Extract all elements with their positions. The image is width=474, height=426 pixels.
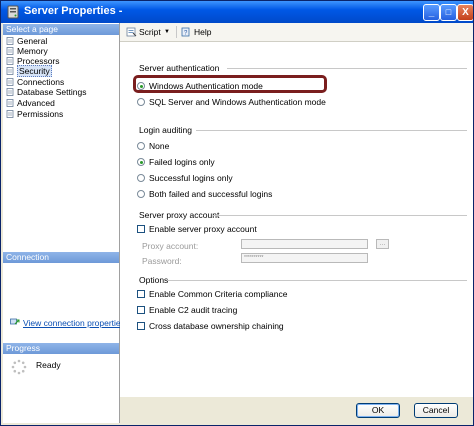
sql-windows-auth-label: SQL Server and Windows Authentication mo… xyxy=(149,97,326,107)
cross-db-ownership-checkbox[interactable]: Cross database ownership chaining xyxy=(137,321,284,332)
audit-none-label: None xyxy=(149,141,170,151)
sidebar-item-advanced[interactable]: Advanced xyxy=(6,98,55,108)
radio-indicator xyxy=(137,190,145,198)
enable-proxy-checkbox[interactable]: Enable server proxy account xyxy=(137,224,257,235)
server-icon xyxy=(7,5,19,19)
sidebar-item-label: Security xyxy=(17,65,52,77)
sidebar-item-label: Memory xyxy=(17,46,48,56)
page-icon xyxy=(6,88,14,96)
view-connection-properties-link[interactable]: View connection properties xyxy=(10,318,125,328)
script-label: Script xyxy=(139,27,161,37)
help-label: Help xyxy=(194,27,212,37)
sidebar-item-label: General xyxy=(17,36,48,46)
group-divider xyxy=(227,68,467,69)
common-criteria-label: Enable Common Criteria compliance xyxy=(149,289,288,299)
c2-audit-label: Enable C2 audit tracing xyxy=(149,305,238,315)
sidebar-item-permissions[interactable]: Permissions xyxy=(6,109,63,119)
progress-header: Progress xyxy=(3,343,119,354)
options-group-label: Options xyxy=(139,275,169,285)
audit-both-label: Both failed and successful logins xyxy=(149,189,273,199)
sidebar-item-memory[interactable]: Memory xyxy=(6,46,48,56)
script-button[interactable]: Script xyxy=(126,27,161,37)
login-auditing-group-label: Login auditing xyxy=(139,125,192,135)
checkbox-box xyxy=(137,306,145,314)
page-icon xyxy=(6,47,14,55)
radio-indicator xyxy=(137,174,145,182)
sidebar-item-connections[interactable]: Connections xyxy=(6,77,64,87)
page-icon xyxy=(6,37,14,45)
script-icon xyxy=(126,27,137,37)
proxy-account-browse-button[interactable]: ... xyxy=(376,239,389,249)
sidebar-item-database-settings[interactable]: Database Settings xyxy=(6,87,86,97)
security-page: Script ▼ ? Help Server authentication Win… xyxy=(120,23,473,397)
page-icon xyxy=(6,99,14,107)
cancel-button[interactable]: Cancel xyxy=(414,403,458,418)
window-title: Server Properties - xyxy=(24,5,123,17)
audit-successful-label: Successful logins only xyxy=(149,173,233,183)
cross-db-ownership-label: Cross database ownership chaining xyxy=(149,321,284,331)
connection-header: Connection xyxy=(3,252,119,263)
c2-audit-checkbox[interactable]: Enable C2 audit tracing xyxy=(137,305,237,316)
page-icon xyxy=(6,78,14,86)
group-divider xyxy=(196,130,467,131)
checkbox-box xyxy=(137,225,145,233)
proxy-account-field[interactable] xyxy=(241,239,368,249)
help-button[interactable]: ? Help xyxy=(181,27,211,37)
page-icon xyxy=(6,110,14,118)
connection-icon xyxy=(10,318,20,325)
sidebar-item-label: Connections xyxy=(17,77,65,87)
sql-windows-auth-radio[interactable]: SQL Server and Windows Authentication mo… xyxy=(137,97,326,108)
group-divider xyxy=(167,280,467,281)
ok-button[interactable]: OK xyxy=(356,403,400,418)
page-icon xyxy=(6,57,14,65)
view-connection-properties-label: View connection properties xyxy=(23,318,125,328)
audit-failed-radio[interactable]: Failed logins only xyxy=(137,157,215,168)
password-label: Password: xyxy=(142,256,182,266)
select-page-header: Select a page xyxy=(3,24,119,35)
sidebar-item-label: Permissions xyxy=(17,109,64,119)
radio-selected-indicator xyxy=(137,158,145,166)
highlight-box xyxy=(133,75,327,93)
sidebar-item-security[interactable]: Security xyxy=(6,65,52,77)
maximize-button[interactable]: □ xyxy=(440,4,457,21)
toolbar: Script ▼ ? Help xyxy=(120,23,473,42)
page-icon xyxy=(6,67,14,75)
password-field[interactable]: ********** xyxy=(241,253,368,263)
progress-status: Ready xyxy=(36,360,61,370)
minimize-button[interactable]: _ xyxy=(423,4,440,21)
common-criteria-checkbox[interactable]: Enable Common Criteria compliance xyxy=(137,289,287,300)
server-authentication-group-label: Server authentication xyxy=(139,63,220,73)
help-icon: ? xyxy=(181,27,190,37)
dialog-footer: OK Cancel xyxy=(120,397,473,425)
audit-none-radio[interactable]: None xyxy=(137,141,169,152)
checkbox-box xyxy=(137,290,145,298)
sidebar-item-label: Database Settings xyxy=(17,87,87,97)
toolbar-separator xyxy=(176,26,177,38)
audit-both-radio[interactable]: Both failed and successful logins xyxy=(137,189,272,200)
server-properties-window: Server Properties - _ □ X Select a page … xyxy=(0,0,474,426)
enable-proxy-label: Enable server proxy account xyxy=(149,224,257,234)
proxy-account-label: Proxy account: xyxy=(142,241,199,251)
progress-spinner-icon xyxy=(11,359,27,375)
audit-failed-label: Failed logins only xyxy=(149,157,215,167)
script-dropdown-arrow[interactable]: ▼ xyxy=(164,27,170,37)
radio-indicator xyxy=(137,98,145,106)
sidebar-item-general[interactable]: General xyxy=(6,36,47,46)
sidebar-item-label: Advanced xyxy=(17,98,55,108)
sidebar: Select a page General Memory Processors … xyxy=(3,23,125,423)
server-proxy-group-label: Server proxy account xyxy=(139,210,220,220)
group-divider xyxy=(213,215,467,216)
close-button[interactable]: X xyxy=(457,4,473,21)
title-bar[interactable]: Server Properties - _ □ X xyxy=(1,1,473,23)
checkbox-box xyxy=(137,322,145,330)
radio-indicator xyxy=(137,142,145,150)
audit-successful-radio[interactable]: Successful logins only xyxy=(137,173,233,184)
